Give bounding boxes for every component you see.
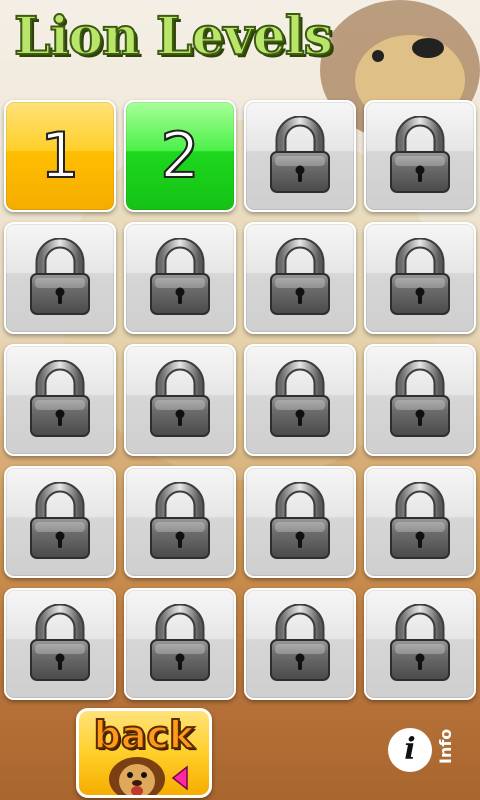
padlock-icon bbox=[390, 116, 450, 193]
level-tile-locked[interactable] bbox=[124, 344, 236, 456]
level-tile-locked[interactable] bbox=[124, 466, 236, 578]
padlock-icon bbox=[270, 604, 330, 681]
info-button[interactable]: i bbox=[388, 728, 432, 772]
level-tile-locked[interactable] bbox=[364, 344, 476, 456]
padlock-icon bbox=[270, 482, 330, 559]
info-label[interactable]: Info bbox=[436, 729, 455, 764]
level-tile-locked[interactable] bbox=[4, 588, 116, 700]
padlock-icon bbox=[30, 604, 90, 681]
level-number: 2 bbox=[159, 119, 200, 192]
back-label: back bbox=[93, 712, 196, 758]
padlock-icon bbox=[390, 604, 450, 681]
level-number: 1 bbox=[39, 119, 80, 192]
level-tile-locked[interactable] bbox=[4, 344, 116, 456]
info-icon: i bbox=[404, 732, 416, 767]
level-grid: 12 bbox=[4, 100, 478, 700]
padlock-icon bbox=[150, 360, 210, 437]
level-tile-locked[interactable] bbox=[4, 466, 116, 578]
padlock-icon bbox=[270, 360, 330, 437]
padlock-icon bbox=[390, 238, 450, 315]
level-tile-locked[interactable] bbox=[244, 588, 356, 700]
level-tile-locked[interactable] bbox=[364, 100, 476, 212]
level-tile-locked[interactable] bbox=[364, 222, 476, 334]
padlock-icon bbox=[30, 238, 90, 315]
padlock-icon bbox=[150, 604, 210, 681]
padlock-icon bbox=[390, 482, 450, 559]
left-arrow-icon bbox=[171, 765, 188, 791]
padlock-icon bbox=[150, 238, 210, 315]
level-tile-locked[interactable] bbox=[244, 344, 356, 456]
back-button[interactable]: back bbox=[76, 708, 212, 798]
level-tile-locked[interactable] bbox=[364, 466, 476, 578]
level-tile-1[interactable]: 1 bbox=[4, 100, 116, 212]
page-title: Lion Levels bbox=[13, 5, 334, 68]
level-tile-locked[interactable] bbox=[244, 222, 356, 334]
level-tile-locked[interactable] bbox=[4, 222, 116, 334]
level-tile-locked[interactable] bbox=[124, 588, 236, 700]
level-tile-locked[interactable] bbox=[244, 466, 356, 578]
lion-face-icon bbox=[109, 757, 165, 795]
padlock-icon bbox=[270, 238, 330, 315]
level-tile-locked[interactable] bbox=[364, 588, 476, 700]
level-tile-locked[interactable] bbox=[244, 100, 356, 212]
padlock-icon bbox=[270, 116, 330, 193]
padlock-icon bbox=[30, 360, 90, 437]
level-tile-locked[interactable] bbox=[124, 222, 236, 334]
padlock-icon bbox=[150, 482, 210, 559]
padlock-icon bbox=[30, 482, 90, 559]
level-tile-2[interactable]: 2 bbox=[124, 100, 236, 212]
padlock-icon bbox=[390, 360, 450, 437]
